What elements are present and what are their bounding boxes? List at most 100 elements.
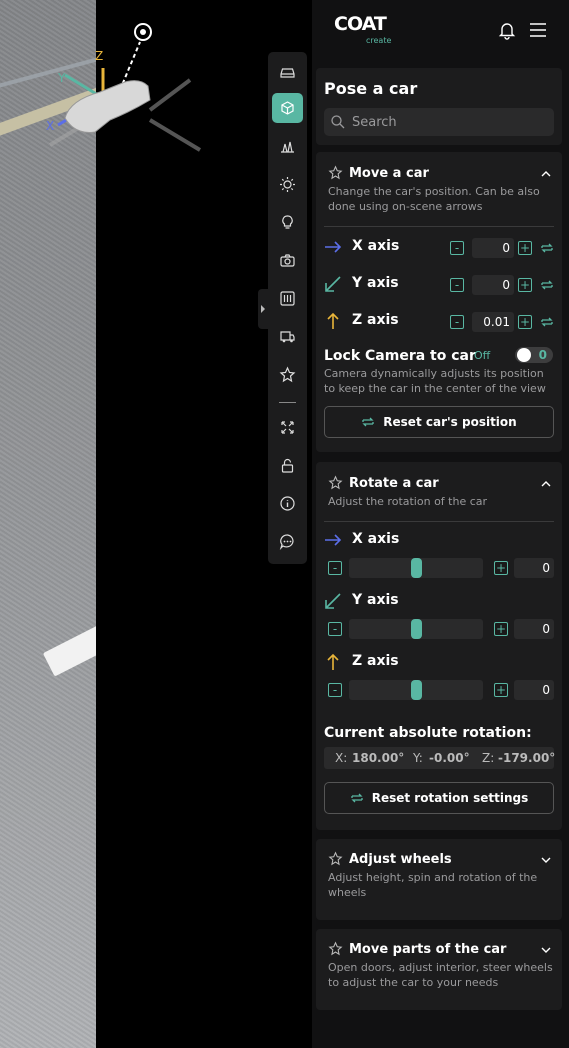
y-axis-arrow-icon bbox=[325, 276, 341, 292]
lock-camera-state: Off bbox=[474, 349, 491, 362]
increment-button[interactable]: + bbox=[494, 683, 508, 697]
search-input[interactable]: Search bbox=[324, 108, 554, 136]
car-tool-button[interactable] bbox=[272, 56, 303, 86]
parts-card[interactable]: Move parts of the car Open doors, adjust… bbox=[316, 929, 562, 1010]
pose-tool-button[interactable] bbox=[272, 93, 303, 123]
chevron-down-icon[interactable] bbox=[540, 854, 552, 866]
rotate-x-row: X axis bbox=[324, 528, 556, 552]
star-icon[interactable] bbox=[328, 165, 343, 180]
move-title: Move a car bbox=[349, 166, 429, 181]
adjust-tool-button[interactable] bbox=[272, 283, 303, 313]
light-tool-button[interactable] bbox=[272, 207, 303, 237]
chevron-up-icon[interactable] bbox=[540, 168, 552, 180]
camera-tool-button[interactable] bbox=[272, 245, 303, 275]
decrement-button[interactable]: - bbox=[450, 278, 464, 292]
divider bbox=[324, 521, 554, 522]
star-icon[interactable] bbox=[328, 851, 343, 866]
coat-logo[interactable]: COAT create bbox=[334, 14, 391, 45]
parts-title: Move parts of the car bbox=[349, 942, 507, 957]
increment-button[interactable]: + bbox=[518, 278, 532, 292]
lock-camera-value: 0 bbox=[538, 348, 547, 362]
rotate-z-row: Z axis bbox=[324, 650, 556, 674]
pose-icon bbox=[281, 100, 294, 115]
move-y-row: Y axis - 0 + bbox=[324, 272, 556, 296]
z-rotation-input[interactable]: 0 bbox=[514, 680, 554, 700]
fullscreen-icon bbox=[281, 420, 294, 434]
pose-card: Pose a car Search bbox=[316, 68, 562, 145]
scene-icon bbox=[281, 141, 294, 153]
y-rotation-slider[interactable] bbox=[349, 619, 483, 639]
slider-handle[interactable] bbox=[411, 680, 422, 700]
parts-description: Open doors, adjust interior, steer wheel… bbox=[328, 961, 553, 989]
side-panel: COAT create Pose a car Search Move a car… bbox=[312, 0, 569, 1048]
chat-icon bbox=[279, 533, 294, 550]
z-axis-arrow-icon bbox=[327, 653, 339, 670]
slider-handle[interactable] bbox=[411, 558, 422, 578]
reset-icon bbox=[351, 793, 363, 803]
chevron-right-icon bbox=[261, 305, 265, 313]
increment-button[interactable]: + bbox=[518, 241, 532, 255]
bell-icon[interactable] bbox=[497, 20, 517, 40]
decrement-button[interactable]: - bbox=[450, 241, 464, 255]
toolbar-collapse-handle[interactable] bbox=[258, 289, 268, 329]
decrement-button[interactable]: - bbox=[328, 683, 342, 697]
y-position-input[interactable]: 0 bbox=[472, 275, 514, 295]
divider bbox=[324, 226, 554, 227]
abs-x-label: X: bbox=[335, 751, 348, 765]
lock-camera-description: Camera dynamically adjusts its position … bbox=[324, 367, 546, 395]
chevron-up-icon[interactable] bbox=[540, 478, 552, 490]
reset-icon[interactable] bbox=[540, 315, 554, 329]
x-axis-arrow-icon bbox=[325, 534, 342, 546]
chevron-down-icon[interactable] bbox=[540, 944, 552, 956]
x-rotation-input[interactable]: 0 bbox=[514, 558, 554, 578]
z-position-input[interactable]: 0.01 bbox=[472, 312, 514, 332]
y-axis-label: Y axis bbox=[352, 275, 399, 291]
x-axis-label: X axis bbox=[352, 531, 400, 547]
transform-gizmo[interactable]: Z Y X bbox=[40, 20, 220, 160]
chat-button[interactable] bbox=[272, 526, 303, 556]
info-button[interactable] bbox=[272, 488, 303, 518]
decrement-button[interactable]: - bbox=[328, 622, 342, 636]
lock-button[interactable] bbox=[272, 450, 303, 480]
wheels-title: Adjust wheels bbox=[349, 852, 452, 867]
info-icon bbox=[280, 495, 295, 511]
rotate-card: Rotate a car Adjust the rotation of the … bbox=[316, 462, 562, 830]
favorites-tool-button[interactable] bbox=[272, 359, 303, 389]
decrement-button[interactable]: - bbox=[328, 561, 342, 575]
absolute-rotation-readout: X: 180.00° Y: -0.00° Z: -179.00° bbox=[324, 747, 555, 769]
menu-icon[interactable] bbox=[528, 20, 548, 40]
y-axis-label: Y axis bbox=[352, 592, 399, 608]
increment-button[interactable]: + bbox=[518, 315, 532, 329]
increment-button[interactable]: + bbox=[494, 561, 508, 575]
reset-icon[interactable] bbox=[540, 241, 554, 255]
x-position-input[interactable]: 0 bbox=[472, 238, 514, 258]
reset-rotation-button[interactable]: Reset rotation settings bbox=[324, 782, 554, 814]
reset-position-button[interactable]: Reset car's position bbox=[324, 406, 554, 438]
wheels-card[interactable]: Adjust wheels Adjust height, spin and ro… bbox=[316, 839, 562, 920]
absolute-rotation-label: Current absolute rotation: bbox=[324, 725, 532, 741]
move-card: Move a car Change the car's position. Ca… bbox=[316, 152, 562, 452]
x-rotation-slider[interactable] bbox=[349, 558, 483, 578]
reset-rotation-label: Reset rotation settings bbox=[371, 791, 529, 805]
x-axis-arrow-icon bbox=[325, 241, 342, 253]
lock-camera-toggle[interactable]: 0 bbox=[515, 347, 553, 363]
fullscreen-button[interactable] bbox=[272, 412, 303, 442]
star-icon[interactable] bbox=[328, 475, 343, 490]
abs-y-label: Y: bbox=[413, 751, 423, 765]
search-icon bbox=[331, 115, 345, 129]
y-axis-arrow-icon bbox=[325, 593, 341, 609]
reset-icon[interactable] bbox=[540, 278, 554, 292]
increment-button[interactable]: + bbox=[494, 622, 508, 636]
star-icon bbox=[279, 366, 296, 382]
move-z-row: Z axis - 0.01 + bbox=[324, 309, 556, 333]
z-rotation-slider[interactable] bbox=[349, 680, 483, 700]
y-rotation-input[interactable]: 0 bbox=[514, 619, 554, 639]
star-icon[interactable] bbox=[328, 941, 343, 956]
decrement-button[interactable]: - bbox=[450, 315, 464, 329]
slider-handle[interactable] bbox=[411, 619, 422, 639]
scene-tool-button[interactable] bbox=[272, 131, 303, 161]
abs-x-value: 180.00° bbox=[352, 751, 405, 765]
transport-tool-button[interactable] bbox=[272, 321, 303, 351]
lighting-tool-button[interactable] bbox=[272, 169, 303, 199]
rotate-title: Rotate a car bbox=[349, 476, 439, 491]
